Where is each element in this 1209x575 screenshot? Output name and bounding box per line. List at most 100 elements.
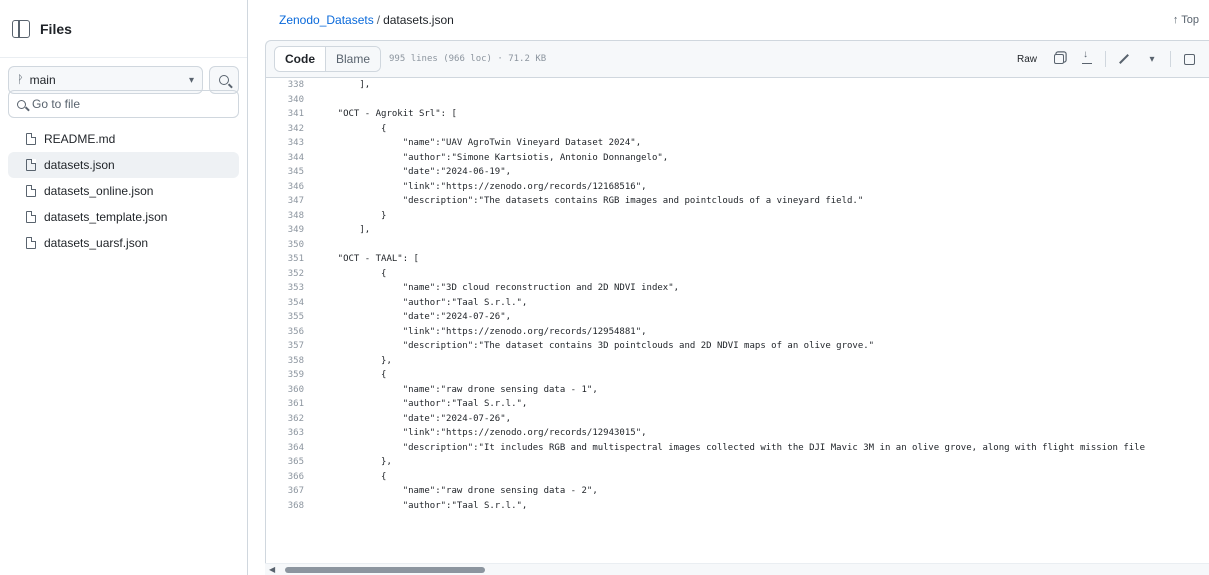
line-content: } xyxy=(316,210,387,221)
code-line: 365 }, xyxy=(266,455,1209,470)
search-icon xyxy=(219,75,229,85)
file-icon xyxy=(26,159,36,171)
code-line: 361 "author":"Taal S.r.l.", xyxy=(266,397,1209,412)
line-number[interactable]: 366 xyxy=(266,472,316,482)
code-line: 356 "link":"https://zenodo.org/records/1… xyxy=(266,325,1209,340)
line-number[interactable]: 338 xyxy=(266,80,316,90)
line-number[interactable]: 352 xyxy=(266,269,316,279)
sidebar-header: Files xyxy=(0,0,247,58)
line-number[interactable]: 349 xyxy=(266,225,316,235)
copy-button[interactable] xyxy=(1047,47,1071,71)
go-to-file-input[interactable]: Go to file xyxy=(8,90,239,118)
line-content: "name":"UAV AgroTwin Vineyard Dataset 20… xyxy=(316,138,642,149)
file-info: 995 lines (966 loc) · 71.2 KB xyxy=(389,54,547,64)
line-content: "author":"Simone Kartsiotis, Antonio Don… xyxy=(316,152,669,163)
pencil-icon xyxy=(1119,54,1129,64)
symbols-panel-button[interactable] xyxy=(1177,47,1201,71)
line-number[interactable]: 363 xyxy=(266,428,316,438)
file-item[interactable]: datasets_online.json xyxy=(8,178,239,204)
line-number[interactable]: 360 xyxy=(266,385,316,395)
line-number[interactable]: 354 xyxy=(266,298,316,308)
line-number[interactable]: 350 xyxy=(266,240,316,250)
code-line: 368 "author":"Taal S.r.l.", xyxy=(266,499,1209,514)
line-content: "date":"2024-07-26", xyxy=(316,312,512,323)
breadcrumb-separator: / xyxy=(376,13,381,27)
line-number[interactable]: 348 xyxy=(266,211,316,221)
file-tree-sidebar: Files ᚹ main ▾ Go to file README.md datas… xyxy=(0,0,248,575)
file-icon xyxy=(26,185,36,197)
line-number[interactable]: 342 xyxy=(266,124,316,134)
line-number[interactable]: 368 xyxy=(266,501,316,511)
git-branch-icon: ᚹ xyxy=(17,74,24,86)
raw-button[interactable]: Raw xyxy=(1011,47,1043,71)
sidebar-title: Files xyxy=(40,20,72,37)
file-name: datasets_template.json xyxy=(44,210,168,224)
collapse-panel-icon[interactable] xyxy=(12,19,30,38)
edit-options-button[interactable]: ▾ xyxy=(1140,47,1164,71)
search-icon xyxy=(17,99,26,109)
line-content: { xyxy=(316,268,387,279)
code-line: 349 ], xyxy=(266,223,1209,238)
tab-blame[interactable]: Blame xyxy=(326,47,381,71)
toolbar-divider xyxy=(1170,51,1171,67)
file-item[interactable]: datasets_template.json xyxy=(8,204,239,230)
chevron-down-icon: ▾ xyxy=(188,74,194,86)
tab-code[interactable]: Code xyxy=(275,47,326,71)
file-item[interactable]: datasets.json xyxy=(8,152,239,178)
edit-button[interactable] xyxy=(1112,47,1136,71)
file-actions: Raw ▾ xyxy=(1011,47,1201,71)
code-line: 345 "date":"2024-06-19", xyxy=(266,165,1209,180)
line-number[interactable]: 365 xyxy=(266,457,316,467)
code-line: 362 "date":"2024-07-26", xyxy=(266,412,1209,427)
line-number[interactable]: 358 xyxy=(266,356,316,366)
line-number[interactable]: 351 xyxy=(266,254,316,264)
top-link[interactable]: ↑ Top xyxy=(1173,14,1199,26)
file-item[interactable]: datasets_uarsf.json xyxy=(8,230,239,256)
breadcrumb-repo-link[interactable]: Zenodo_Datasets xyxy=(279,13,374,27)
line-number[interactable]: 356 xyxy=(266,327,316,337)
line-content: }, xyxy=(316,355,392,366)
line-number[interactable]: 357 xyxy=(266,341,316,351)
line-number[interactable]: 344 xyxy=(266,153,316,163)
code-line: 363 "link":"https://zenodo.org/records/1… xyxy=(266,426,1209,441)
code-line: 359 { xyxy=(266,368,1209,383)
line-number[interactable]: 343 xyxy=(266,138,316,148)
line-number[interactable]: 347 xyxy=(266,196,316,206)
line-number[interactable]: 362 xyxy=(266,414,316,424)
line-content: "name":"raw drone sensing data - 1", xyxy=(316,384,598,395)
code-line: 338 ], xyxy=(266,78,1209,93)
scrollbar-thumb[interactable] xyxy=(285,567,485,573)
line-content: "date":"2024-06-19", xyxy=(316,167,512,178)
line-number[interactable]: 340 xyxy=(266,95,316,105)
code-line: 352 { xyxy=(266,267,1209,282)
line-number[interactable]: 364 xyxy=(266,443,316,453)
file-icon xyxy=(26,211,36,223)
line-number[interactable]: 359 xyxy=(266,370,316,380)
line-number[interactable]: 361 xyxy=(266,399,316,409)
breadcrumb-file: datasets.json xyxy=(383,13,454,27)
line-number[interactable]: 346 xyxy=(266,182,316,192)
line-number[interactable]: 353 xyxy=(266,283,316,293)
code-line: 341 "OCT - Agrokit Srl": [ xyxy=(266,107,1209,122)
line-content: "OCT - TAAL": [ xyxy=(316,254,419,265)
code-line: 350 xyxy=(266,238,1209,253)
code-line: 346 "link":"https://zenodo.org/records/1… xyxy=(266,180,1209,195)
go-to-file-placeholder: Go to file xyxy=(32,97,81,111)
code-line: 353 "name":"3D cloud reconstruction and … xyxy=(266,281,1209,296)
file-toolbar: Code Blame 995 lines (966 loc) · 71.2 KB… xyxy=(265,40,1209,78)
file-list: README.md datasets.json datasets_online.js… xyxy=(0,126,247,256)
breadcrumb: Zenodo_Datasets / datasets.json ↑ Top xyxy=(249,0,1209,40)
line-content: "author":"Taal S.r.l.", xyxy=(316,500,528,511)
line-number[interactable]: 345 xyxy=(266,167,316,177)
file-name: datasets_uarsf.json xyxy=(44,236,149,250)
line-content: "description":"The datasets contains RGB… xyxy=(316,196,864,207)
line-number[interactable]: 355 xyxy=(266,312,316,322)
download-button[interactable] xyxy=(1075,47,1099,71)
line-content: "link":"https://zenodo.org/records/12943… xyxy=(316,428,647,439)
scroll-left-icon[interactable]: ◀ xyxy=(269,565,275,574)
line-number[interactable]: 341 xyxy=(266,109,316,119)
file-icon xyxy=(26,237,36,249)
line-number[interactable]: 367 xyxy=(266,486,316,496)
horizontal-scrollbar[interactable]: ◀ xyxy=(265,563,1209,575)
file-item[interactable]: README.md xyxy=(8,126,239,152)
